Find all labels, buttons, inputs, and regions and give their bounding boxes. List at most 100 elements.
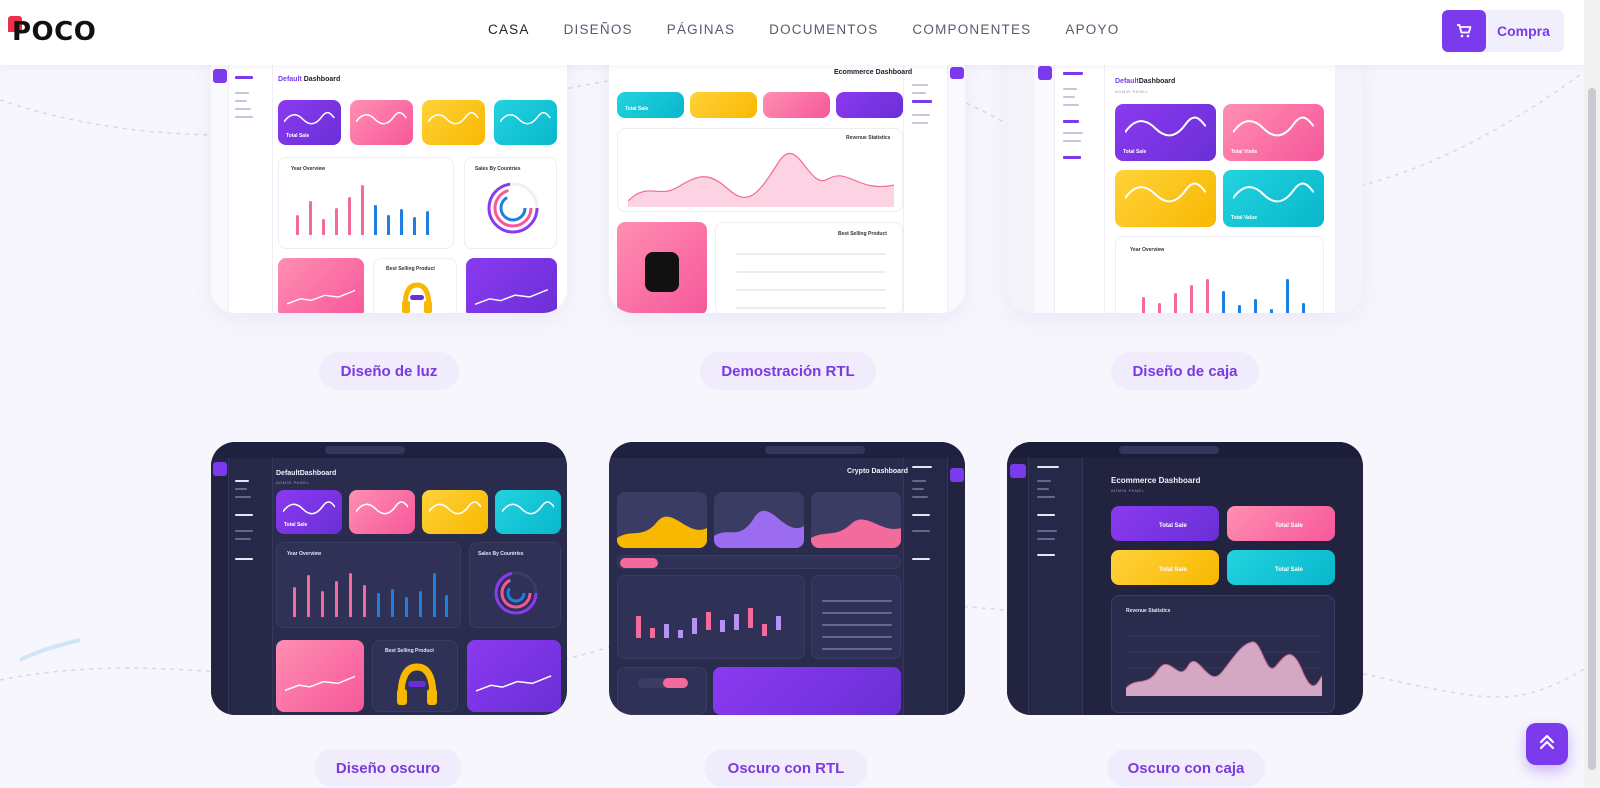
preview-topbar [211,442,567,458]
demo-card-light[interactable]: Default Dashboard Total Sale Year Overvi… [211,40,567,313]
preview-title: Crypto Dashboard [847,468,909,475]
preview-tile-yellow [422,100,485,145]
preview-submenu [1055,60,1105,313]
nav-item-componentes[interactable]: COMPONENTES [912,22,1031,37]
preview-tile-total-visits: Total Visits [1223,104,1324,161]
demo-label-rtl[interactable]: Demostración RTL [700,352,876,390]
demo-label-dark[interactable]: Diseño oscuro [314,749,462,787]
preview-revenue-statistics: Revenue Statistics [1111,595,1335,713]
preview-submenu [903,40,947,313]
preview-tile-pink [349,490,415,534]
preview-tile-pink [763,92,830,118]
preview-tile-yellow [422,490,488,534]
demo-card-rtl[interactable]: Ecommerce Dashboard Total Sale Revenue S… [609,40,965,313]
preview-title: Default Dashboard [278,76,341,83]
main-nav: CASA DISEÑOS PÁGINAS DOCUMENTOS COMPONEN… [488,22,1153,37]
demo-label-light[interactable]: Diseño de luz [319,352,459,390]
demo-label-dark-rtl[interactable]: Oscuro con RTL [704,749,868,787]
preview-tile-total-sale: Total Sale [276,490,342,534]
preview-bars [287,565,452,617]
preview-sales-by-countries: Sales By Countries [464,157,557,249]
preview-year-overview: Year Overview [278,157,454,249]
preview-title: Ecommerce Dashboard [834,69,913,76]
demo-card-box[interactable]: DefaultDashboard ADMIN PANEL Total Sale … [1007,40,1363,313]
preview-submenu [229,458,273,715]
preview-crypto-tile-3 [811,492,901,548]
nav-item-disenos[interactable]: DISEÑOS [564,22,633,37]
demo-card-dark[interactable]: DefaultDashboard ADMIN PANEL Total Sale … [211,442,567,715]
preview-monthly-overview [278,258,364,313]
preview-submenu [1029,458,1083,715]
preview-tile-total-visits [350,100,413,145]
preview-simulated-table [811,575,901,659]
preview-sidebar [947,458,965,715]
preview-tile-cyan: Total Sale [617,92,684,118]
preview-tile-total-sale: Total Sale [278,100,341,145]
preview-monthly-overview [276,640,364,712]
preview-sales-by-countries: Sales By Countries [469,542,561,628]
top-navbar: POCO CASA DISEÑOS PÁGINAS DOCUMENTOS COM… [0,0,1584,65]
preview-tile-yellow [690,92,757,118]
preview-sidebar [211,458,229,715]
preview-tile-cyan: Total Sale [1227,550,1335,585]
preview-sidebar [1007,458,1029,715]
preview-subtitle: ADMIN PANEL [1115,89,1149,94]
preview-title: DefaultDashboard [276,470,337,477]
poco-logo[interactable]: POCO [8,14,96,50]
preview-smart-watch [617,222,707,313]
preview-subtitle: ADMIN PANEL [1111,488,1145,493]
preview-revenue-statistics: Revenue Statistics [617,128,903,212]
preview-year-overview: Year Overview [276,542,461,628]
preview-tile-total-value: Total Value [1223,170,1324,227]
preview-yearly-overview [467,640,561,712]
buy-button-label: Compra [1497,23,1550,39]
nav-item-casa[interactable]: CASA [488,22,530,37]
preview-best-seller: Best Selling Product [373,258,457,313]
preview-weekly-overview [466,258,557,313]
preview-topbar [1007,442,1363,458]
preview-topbar [609,442,965,458]
preview-year-overview: Year Overview [1115,236,1324,313]
demo-card-dark-box[interactable]: Ecommerce Dashboard ADMIN PANEL Total Sa… [1007,442,1363,715]
nav-item-apoyo[interactable]: APOYO [1065,22,1119,37]
logo-text: POCO [12,17,97,47]
preview-tile-yellow: Total Sale [1111,550,1219,585]
preview-sidebar [211,40,229,313]
scrollbar-thumb[interactable] [1588,88,1596,770]
preview-monthly-earning [713,667,901,715]
preview-tile-purple [836,92,903,118]
preview-tile-cyan [494,100,557,145]
preview-sidebar [947,40,965,313]
demo-label-box[interactable]: Diseño de caja [1111,352,1259,390]
double-chevron-up-icon [1538,733,1556,756]
demo-label-dark-box[interactable]: Oscuro con caja [1107,749,1265,787]
preview-title: DefaultDashboard [1115,78,1176,85]
preview-best-seller: Best Selling Product [372,640,458,712]
preview-tile-total-sale: Total Sale [1115,104,1216,161]
preview-title: Ecommerce Dashboard [1111,476,1201,485]
preview-best-selling-product: Best Selling Product [715,222,903,313]
scroll-to-top-button[interactable] [1526,723,1568,765]
preview-bars [1128,271,1318,313]
preview-crypto-tile-2 [714,492,804,548]
buy-button[interactable]: Compra [1442,10,1564,52]
preview-tile-cyan [495,490,561,534]
nav-item-documentos[interactable]: DOCUMENTOS [769,22,878,37]
preview-tile-pink: Total Sale [1227,506,1335,541]
preview-subtitle: ADMIN PANEL [276,480,310,485]
preview-crypto-tile-1 [617,492,707,548]
preview-box-frame: DefaultDashboard ADMIN PANEL Total Sale … [1035,60,1335,313]
preview-tile-total-sale: Total Sale [1111,506,1219,541]
page-scrollbar[interactable] [1584,0,1600,788]
preview-toggle-panel [617,667,707,715]
nav-item-paginas[interactable]: PÁGINAS [667,22,735,37]
demo-card-dark-rtl[interactable]: Crypto Dashboard [609,442,965,715]
preview-sidebar [1035,60,1055,313]
preview-bars [291,180,441,235]
preview-submenu [903,458,947,715]
preview-tile-yellow [1115,170,1216,227]
preview-submenu [229,40,273,313]
preview-candlestick [617,575,805,659]
preview-ticker-strip [617,555,901,569]
cart-icon [1442,10,1486,52]
